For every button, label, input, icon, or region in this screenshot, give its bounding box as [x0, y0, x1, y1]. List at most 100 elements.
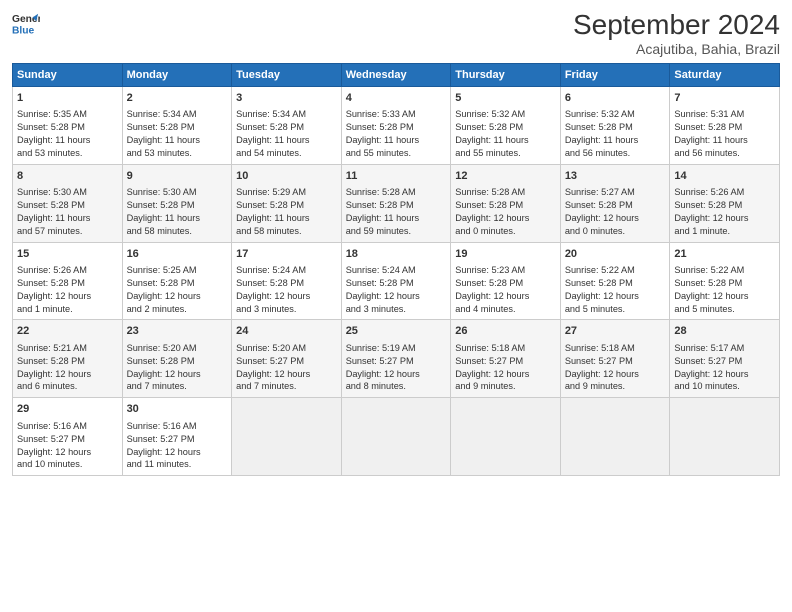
cell-text: Daylight: 12 hours: [127, 290, 228, 303]
cell-text: Sunset: 5:28 PM: [17, 277, 118, 290]
cell-text: Sunrise: 5:24 AM: [346, 264, 447, 277]
cell-text: Sunset: 5:28 PM: [127, 121, 228, 134]
cell-text: Daylight: 12 hours: [455, 212, 556, 225]
calendar-cell: 29 Sunrise: 5:16 AMSunset: 5:27 PMDayligh…: [13, 398, 123, 476]
cell-text: Daylight: 12 hours: [236, 290, 337, 303]
cell-text: Sunrise: 5:16 AM: [127, 420, 228, 433]
calendar-cell: 26Sunrise: 5:18 AMSunset: 5:27 PMDayligh…: [451, 320, 561, 398]
cell-text: and 7 minutes.: [127, 380, 228, 393]
cell-text: Sunrise: 5:16 AM: [17, 420, 118, 433]
cell-text: Sunset: 5:28 PM: [17, 355, 118, 368]
cell-text: Sunset: 5:27 PM: [346, 355, 447, 368]
title-block: September 2024 Acajutiba, Bahia, Brazil: [573, 10, 780, 57]
cell-text: Daylight: 11 hours: [17, 134, 118, 147]
day-number: 16: [127, 247, 228, 262]
cell-text: Daylight: 11 hours: [346, 134, 447, 147]
cell-text: Sunset: 5:27 PM: [455, 355, 556, 368]
cell-text: Daylight: 11 hours: [565, 134, 666, 147]
cell-text: and 56 minutes.: [674, 147, 775, 160]
cell-text: Sunset: 5:28 PM: [346, 199, 447, 212]
cell-text: Daylight: 11 hours: [346, 212, 447, 225]
calendar-week-3: 15Sunrise: 5:26 AMSunset: 5:28 PMDayligh…: [13, 242, 780, 320]
calendar-cell: 5Sunrise: 5:32 AMSunset: 5:28 PMDaylight…: [451, 86, 561, 164]
col-thursday: Thursday: [451, 63, 561, 86]
cell-text: Daylight: 12 hours: [17, 446, 118, 459]
day-number: 9: [127, 169, 228, 184]
cell-text: Daylight: 11 hours: [17, 212, 118, 225]
cell-text: Sunset: 5:28 PM: [674, 277, 775, 290]
cell-text: Sunset: 5:27 PM: [674, 355, 775, 368]
cell-text: Sunset: 5:28 PM: [674, 199, 775, 212]
calendar-cell: 22Sunrise: 5:21 AMSunset: 5:28 PMDayligh…: [13, 320, 123, 398]
cell-text: Sunset: 5:28 PM: [236, 277, 337, 290]
cell-text: Sunrise: 5:18 AM: [565, 342, 666, 355]
col-monday: Monday: [122, 63, 232, 86]
calendar-cell: 17Sunrise: 5:24 AMSunset: 5:28 PMDayligh…: [232, 242, 342, 320]
cell-text: and 0 minutes.: [565, 225, 666, 238]
cell-text: Sunrise: 5:19 AM: [346, 342, 447, 355]
cell-text: and 53 minutes.: [127, 147, 228, 160]
cell-text: Sunset: 5:28 PM: [127, 277, 228, 290]
cell-text: Sunrise: 5:22 AM: [674, 264, 775, 277]
cell-text: Daylight: 12 hours: [455, 290, 556, 303]
cell-text: Daylight: 12 hours: [127, 368, 228, 381]
day-number: 22: [17, 324, 118, 339]
calendar-week-2: 8Sunrise: 5:30 AMSunset: 5:28 PMDaylight…: [13, 164, 780, 242]
cell-text: Sunrise: 5:22 AM: [565, 264, 666, 277]
day-number: 3: [236, 91, 337, 106]
cell-text: Sunset: 5:27 PM: [17, 433, 118, 446]
cell-text: Sunset: 5:28 PM: [127, 199, 228, 212]
calendar-cell: [341, 398, 451, 476]
day-number: 11: [346, 169, 447, 184]
logo-icon: General Blue: [12, 10, 40, 38]
calendar-cell: [560, 398, 670, 476]
calendar-cell: 28Sunrise: 5:17 AMSunset: 5:27 PMDayligh…: [670, 320, 780, 398]
cell-text: and 10 minutes.: [674, 380, 775, 393]
cell-text: and 55 minutes.: [346, 147, 447, 160]
cell-text: Sunrise: 5:28 AM: [455, 186, 556, 199]
day-number: 30: [127, 402, 228, 417]
cell-text: Sunset: 5:28 PM: [17, 199, 118, 212]
cell-text: Sunset: 5:28 PM: [17, 121, 118, 134]
cell-text: and 59 minutes.: [346, 225, 447, 238]
cell-text: Sunset: 5:27 PM: [127, 433, 228, 446]
calendar-cell: 21 Sunrise: 5:22 AMSunset: 5:28 PMDayligh…: [670, 242, 780, 320]
cell-text: Daylight: 12 hours: [565, 368, 666, 381]
cell-text: Sunset: 5:27 PM: [565, 355, 666, 368]
calendar-cell: [451, 398, 561, 476]
cell-text: and 3 minutes.: [346, 303, 447, 316]
cell-text: Sunrise: 5:23 AM: [455, 264, 556, 277]
cell-text: Daylight: 12 hours: [565, 290, 666, 303]
calendar-cell: 20Sunrise: 5:22 AMSunset: 5:28 PMDayligh…: [560, 242, 670, 320]
cell-text: and 7 minutes.: [236, 380, 337, 393]
col-saturday: Saturday: [670, 63, 780, 86]
cell-text: Sunrise: 5:31 AM: [674, 108, 775, 121]
cell-text: Sunrise: 5:25 AM: [127, 264, 228, 277]
header-row: Sunday Monday Tuesday Wednesday Thursday…: [13, 63, 780, 86]
day-number: 18: [346, 247, 447, 262]
calendar-cell: 15Sunrise: 5:26 AMSunset: 5:28 PMDayligh…: [13, 242, 123, 320]
cell-text: Sunrise: 5:27 AM: [565, 186, 666, 199]
cell-text: Sunrise: 5:24 AM: [236, 264, 337, 277]
cell-text: Sunrise: 5:28 AM: [346, 186, 447, 199]
day-number: 29: [17, 402, 118, 417]
cell-text: Sunrise: 5:32 AM: [565, 108, 666, 121]
calendar-cell: 27Sunrise: 5:18 AMSunset: 5:27 PMDayligh…: [560, 320, 670, 398]
col-sunday: Sunday: [13, 63, 123, 86]
day-number: 14: [674, 169, 775, 184]
cell-text: Daylight: 12 hours: [674, 290, 775, 303]
logo: General Blue: [12, 10, 40, 38]
cell-text: Sunrise: 5:32 AM: [455, 108, 556, 121]
cell-text: Sunrise: 5:30 AM: [127, 186, 228, 199]
cell-text: Daylight: 12 hours: [346, 290, 447, 303]
day-number: 5: [455, 91, 556, 106]
day-number: 20: [565, 247, 666, 262]
day-number: 23: [127, 324, 228, 339]
cell-text: Daylight: 11 hours: [236, 212, 337, 225]
calendar-cell: 4Sunrise: 5:33 AMSunset: 5:28 PMDaylight…: [341, 86, 451, 164]
cell-text: Sunrise: 5:26 AM: [674, 186, 775, 199]
day-number: 21: [674, 247, 775, 262]
cell-text: and 53 minutes.: [17, 147, 118, 160]
cell-text: Sunrise: 5:20 AM: [236, 342, 337, 355]
calendar-cell: 19Sunrise: 5:23 AMSunset: 5:28 PMDayligh…: [451, 242, 561, 320]
